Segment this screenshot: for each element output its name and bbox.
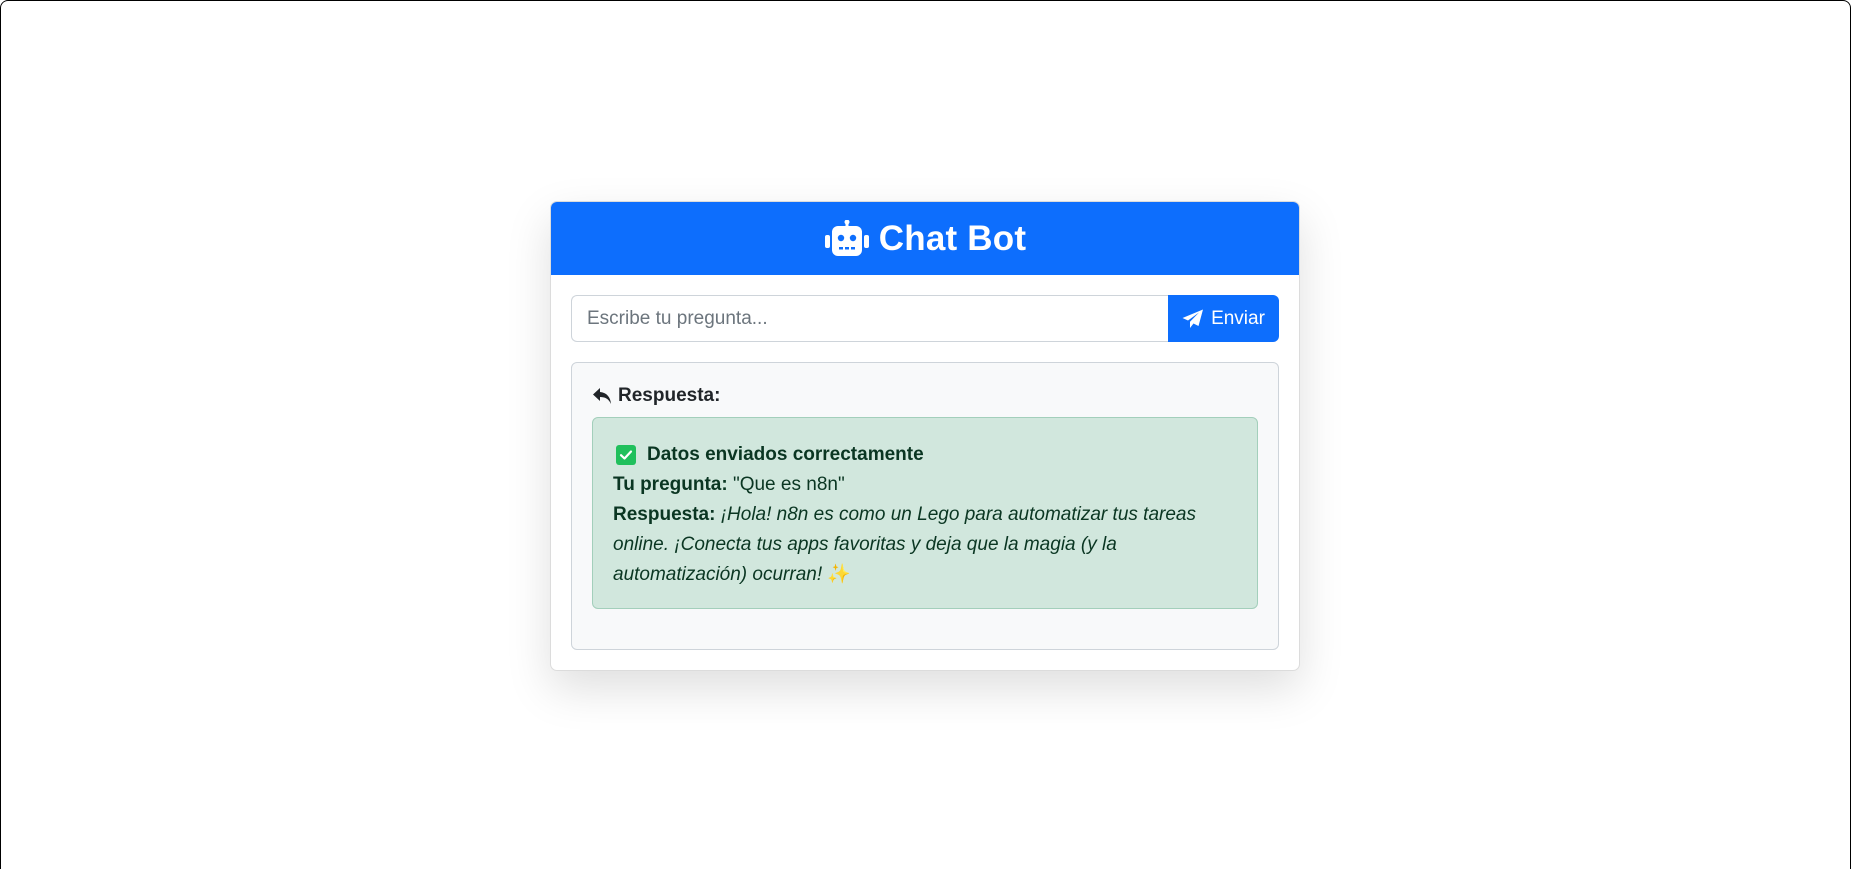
question-label: Tu pregunta: xyxy=(613,474,728,495)
success-alert: Datos enviados correctamente Tu pregunta… xyxy=(592,417,1258,609)
answer-label: Respuesta: xyxy=(613,504,716,525)
page-title: Chat Bot xyxy=(878,218,1027,258)
card-body: Enviar Respuesta: xyxy=(551,275,1299,670)
alert-title-text: Datos enviados correctamente xyxy=(647,444,924,465)
response-heading-label: Respuesta: xyxy=(618,385,721,406)
send-button[interactable]: Enviar xyxy=(1168,295,1279,342)
chat-card: Chat Bot Enviar Respuesta: xyxy=(550,201,1300,671)
robot-icon xyxy=(824,219,870,258)
check-square-icon xyxy=(616,445,636,465)
answer-line: Respuesta: ¡Hola! n8n es como un Lego pa… xyxy=(613,500,1237,590)
question-form: Enviar xyxy=(571,295,1279,342)
alert-title: Datos enviados correctamente xyxy=(616,440,1237,470)
question-text: "Que es n8n" xyxy=(732,474,845,495)
card-header: Chat Bot xyxy=(551,202,1299,275)
paper-plane-icon xyxy=(1182,309,1204,329)
send-button-label: Enviar xyxy=(1211,307,1265,329)
sparkles-emoji: ✨ xyxy=(827,564,852,585)
response-panel: Respuesta: Datos enviados correctamente … xyxy=(571,362,1279,650)
question-input[interactable] xyxy=(571,295,1168,342)
reply-icon xyxy=(592,387,612,405)
response-heading: Respuesta: xyxy=(592,385,1258,407)
question-line: Tu pregunta: "Que es n8n" xyxy=(613,470,1237,500)
